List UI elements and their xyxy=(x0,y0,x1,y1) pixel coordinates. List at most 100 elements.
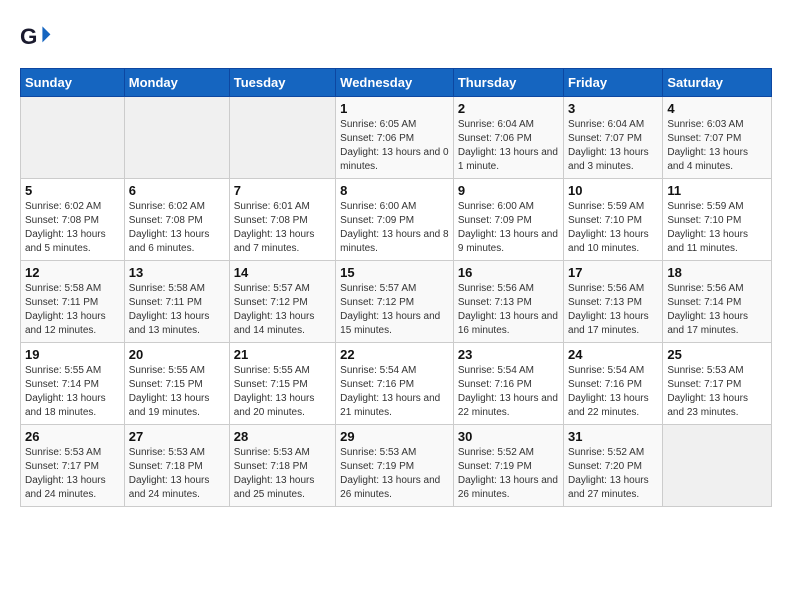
day-number: 3 xyxy=(568,101,658,116)
day-number: 11 xyxy=(667,183,767,198)
day-cell: 25 Sunrise: 5:53 AM Sunset: 7:17 PM Dayl… xyxy=(663,343,772,425)
day-info: Sunrise: 6:00 AM Sunset: 7:09 PM Dayligh… xyxy=(340,200,449,256)
day-number: 2 xyxy=(458,101,559,116)
day-cell: 30 Sunrise: 5:52 AM Sunset: 7:19 PM Dayl… xyxy=(453,425,563,507)
day-number: 16 xyxy=(458,265,559,280)
day-info: Sunrise: 6:03 AM Sunset: 7:07 PM Dayligh… xyxy=(667,118,767,174)
day-number: 27 xyxy=(129,429,225,444)
day-cell: 22 Sunrise: 5:54 AM Sunset: 7:16 PM Dayl… xyxy=(336,343,454,425)
day-cell: 1 Sunrise: 6:05 AM Sunset: 7:06 PM Dayli… xyxy=(336,97,454,179)
day-info: Sunrise: 6:05 AM Sunset: 7:06 PM Dayligh… xyxy=(340,118,449,174)
day-cell: 28 Sunrise: 5:53 AM Sunset: 7:18 PM Dayl… xyxy=(229,425,335,507)
day-cell: 2 Sunrise: 6:04 AM Sunset: 7:06 PM Dayli… xyxy=(453,97,563,179)
day-info: Sunrise: 5:52 AM Sunset: 7:20 PM Dayligh… xyxy=(568,446,658,502)
day-info: Sunrise: 6:02 AM Sunset: 7:08 PM Dayligh… xyxy=(129,200,225,256)
day-info: Sunrise: 5:55 AM Sunset: 7:15 PM Dayligh… xyxy=(129,364,225,420)
day-cell: 20 Sunrise: 5:55 AM Sunset: 7:15 PM Dayl… xyxy=(124,343,229,425)
day-number: 19 xyxy=(25,347,120,362)
day-number: 10 xyxy=(568,183,658,198)
calendar-body: 1 Sunrise: 6:05 AM Sunset: 7:06 PM Dayli… xyxy=(21,97,772,507)
header-day-thursday: Thursday xyxy=(453,69,563,97)
day-cell xyxy=(124,97,229,179)
day-info: Sunrise: 6:02 AM Sunset: 7:08 PM Dayligh… xyxy=(25,200,120,256)
day-number: 15 xyxy=(340,265,449,280)
logo: G xyxy=(20,20,58,52)
header-day-wednesday: Wednesday xyxy=(336,69,454,97)
day-cell: 6 Sunrise: 6:02 AM Sunset: 7:08 PM Dayli… xyxy=(124,179,229,261)
week-row-1: 5 Sunrise: 6:02 AM Sunset: 7:08 PM Dayli… xyxy=(21,179,772,261)
day-info: Sunrise: 5:53 AM Sunset: 7:19 PM Dayligh… xyxy=(340,446,449,502)
day-number: 26 xyxy=(25,429,120,444)
day-cell: 19 Sunrise: 5:55 AM Sunset: 7:14 PM Dayl… xyxy=(21,343,125,425)
day-cell: 10 Sunrise: 5:59 AM Sunset: 7:10 PM Dayl… xyxy=(564,179,663,261)
day-number: 7 xyxy=(234,183,331,198)
day-cell: 13 Sunrise: 5:58 AM Sunset: 7:11 PM Dayl… xyxy=(124,261,229,343)
day-cell xyxy=(229,97,335,179)
day-cell: 11 Sunrise: 5:59 AM Sunset: 7:10 PM Dayl… xyxy=(663,179,772,261)
day-info: Sunrise: 5:56 AM Sunset: 7:14 PM Dayligh… xyxy=(667,282,767,338)
header-day-monday: Monday xyxy=(124,69,229,97)
day-cell: 18 Sunrise: 5:56 AM Sunset: 7:14 PM Dayl… xyxy=(663,261,772,343)
day-number: 21 xyxy=(234,347,331,362)
header-day-sunday: Sunday xyxy=(21,69,125,97)
day-number: 12 xyxy=(25,265,120,280)
day-cell: 27 Sunrise: 5:53 AM Sunset: 7:18 PM Dayl… xyxy=(124,425,229,507)
day-info: Sunrise: 5:53 AM Sunset: 7:17 PM Dayligh… xyxy=(667,364,767,420)
day-number: 24 xyxy=(568,347,658,362)
svg-text:G: G xyxy=(20,24,37,49)
day-info: Sunrise: 5:55 AM Sunset: 7:14 PM Dayligh… xyxy=(25,364,120,420)
calendar-table: SundayMondayTuesdayWednesdayThursdayFrid… xyxy=(20,68,772,507)
header-row: SundayMondayTuesdayWednesdayThursdayFrid… xyxy=(21,69,772,97)
day-number: 28 xyxy=(234,429,331,444)
day-cell: 12 Sunrise: 5:58 AM Sunset: 7:11 PM Dayl… xyxy=(21,261,125,343)
week-row-3: 19 Sunrise: 5:55 AM Sunset: 7:14 PM Dayl… xyxy=(21,343,772,425)
day-info: Sunrise: 5:58 AM Sunset: 7:11 PM Dayligh… xyxy=(25,282,120,338)
day-info: Sunrise: 5:56 AM Sunset: 7:13 PM Dayligh… xyxy=(458,282,559,338)
day-cell: 9 Sunrise: 6:00 AM Sunset: 7:09 PM Dayli… xyxy=(453,179,563,261)
week-row-2: 12 Sunrise: 5:58 AM Sunset: 7:11 PM Dayl… xyxy=(21,261,772,343)
day-number: 25 xyxy=(667,347,767,362)
day-number: 29 xyxy=(340,429,449,444)
header-day-tuesday: Tuesday xyxy=(229,69,335,97)
day-info: Sunrise: 5:53 AM Sunset: 7:17 PM Dayligh… xyxy=(25,446,120,502)
day-number: 14 xyxy=(234,265,331,280)
day-info: Sunrise: 5:54 AM Sunset: 7:16 PM Dayligh… xyxy=(340,364,449,420)
page-header: G xyxy=(20,20,772,52)
day-cell: 21 Sunrise: 5:55 AM Sunset: 7:15 PM Dayl… xyxy=(229,343,335,425)
week-row-0: 1 Sunrise: 6:05 AM Sunset: 7:06 PM Dayli… xyxy=(21,97,772,179)
day-info: Sunrise: 6:01 AM Sunset: 7:08 PM Dayligh… xyxy=(234,200,331,256)
day-info: Sunrise: 6:00 AM Sunset: 7:09 PM Dayligh… xyxy=(458,200,559,256)
day-cell: 15 Sunrise: 5:57 AM Sunset: 7:12 PM Dayl… xyxy=(336,261,454,343)
week-row-4: 26 Sunrise: 5:53 AM Sunset: 7:17 PM Dayl… xyxy=(21,425,772,507)
day-info: Sunrise: 5:58 AM Sunset: 7:11 PM Dayligh… xyxy=(129,282,225,338)
day-info: Sunrise: 5:57 AM Sunset: 7:12 PM Dayligh… xyxy=(340,282,449,338)
day-cell: 7 Sunrise: 6:01 AM Sunset: 7:08 PM Dayli… xyxy=(229,179,335,261)
day-info: Sunrise: 5:54 AM Sunset: 7:16 PM Dayligh… xyxy=(458,364,559,420)
day-cell xyxy=(21,97,125,179)
day-number: 4 xyxy=(667,101,767,116)
day-number: 6 xyxy=(129,183,225,198)
day-info: Sunrise: 6:04 AM Sunset: 7:06 PM Dayligh… xyxy=(458,118,559,174)
day-info: Sunrise: 5:52 AM Sunset: 7:19 PM Dayligh… xyxy=(458,446,559,502)
day-cell: 26 Sunrise: 5:53 AM Sunset: 7:17 PM Dayl… xyxy=(21,425,125,507)
logo-icon: G xyxy=(20,20,52,52)
day-info: Sunrise: 5:55 AM Sunset: 7:15 PM Dayligh… xyxy=(234,364,331,420)
day-number: 31 xyxy=(568,429,658,444)
day-cell: 23 Sunrise: 5:54 AM Sunset: 7:16 PM Dayl… xyxy=(453,343,563,425)
day-cell xyxy=(663,425,772,507)
calendar-header: SundayMondayTuesdayWednesdayThursdayFrid… xyxy=(21,69,772,97)
day-cell: 5 Sunrise: 6:02 AM Sunset: 7:08 PM Dayli… xyxy=(21,179,125,261)
day-number: 22 xyxy=(340,347,449,362)
day-info: Sunrise: 5:54 AM Sunset: 7:16 PM Dayligh… xyxy=(568,364,658,420)
day-info: Sunrise: 6:04 AM Sunset: 7:07 PM Dayligh… xyxy=(568,118,658,174)
day-info: Sunrise: 5:56 AM Sunset: 7:13 PM Dayligh… xyxy=(568,282,658,338)
header-day-saturday: Saturday xyxy=(663,69,772,97)
day-info: Sunrise: 5:59 AM Sunset: 7:10 PM Dayligh… xyxy=(667,200,767,256)
day-number: 5 xyxy=(25,183,120,198)
day-info: Sunrise: 5:59 AM Sunset: 7:10 PM Dayligh… xyxy=(568,200,658,256)
day-number: 18 xyxy=(667,265,767,280)
day-number: 30 xyxy=(458,429,559,444)
header-day-friday: Friday xyxy=(564,69,663,97)
day-info: Sunrise: 5:53 AM Sunset: 7:18 PM Dayligh… xyxy=(129,446,225,502)
day-cell: 24 Sunrise: 5:54 AM Sunset: 7:16 PM Dayl… xyxy=(564,343,663,425)
